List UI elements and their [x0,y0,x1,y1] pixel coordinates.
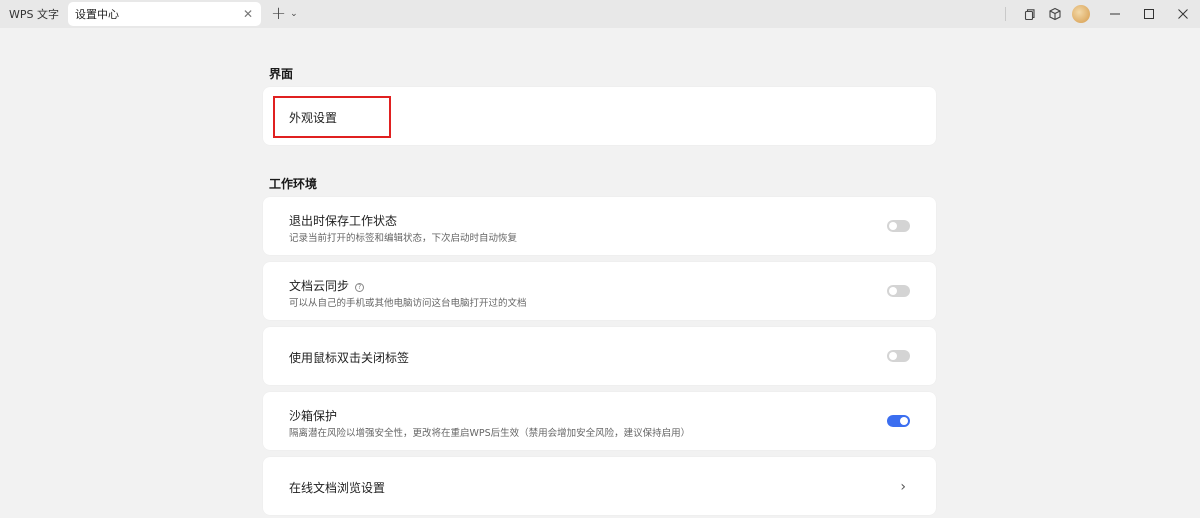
setting-row-online-doc-browsing[interactable]: 在线文档浏览设置 › [263,457,936,515]
tab-wps-writer-label: WPS 文字 [9,8,59,21]
sandbox-protection-toggle[interactable] [887,415,910,427]
setting-row-double-click-close-tab: 使用鼠标双击关闭标签 [263,327,936,385]
title-bar: WPS 文字 设置中心 ✕ + ⌄ [0,0,1200,28]
toggle-knob [889,222,897,230]
chevron-down-icon[interactable]: ⌄ [290,9,298,19]
window-tools [1005,0,1200,28]
setting-description: 记录当前打开的标签和编辑状态，下次启动时自动恢复 [289,233,518,244]
section-title-workspace: 工作环境 [269,177,318,191]
appearance-settings-label: 外观设置 [289,111,338,125]
setting-label-wrap: 文档云同步? [289,277,365,294]
setting-label: 沙箱保护 [289,409,338,423]
save-work-state-toggle[interactable] [887,220,910,232]
setting-row-cloud-sync: 文档云同步? 可以从自己的手机或其他电脑访问这台电脑打开过的文档 [263,262,936,320]
setting-description: 隔离潜在风险以增强安全性，更改将在重启WPS后生效（禁用会增加安全风险，建议保持… [289,428,691,439]
setting-description: 可以从自己的手机或其他电脑访问这台电脑打开过的文档 [289,298,527,309]
appearance-settings-row[interactable]: 外观设置 [263,87,936,145]
setting-row-sandbox-protection: 沙箱保护 隔离潜在风险以增强安全性，更改将在重启WPS后生效（禁用会增加安全风险… [263,392,936,450]
setting-label: 使用鼠标双击关闭标签 [289,351,410,365]
plus-icon: + [271,3,287,24]
close-window-icon[interactable] [1166,0,1200,28]
toolbar-divider [1005,7,1006,21]
section-title-interface: 界面 [269,67,294,81]
toggle-knob [900,417,908,425]
setting-label: 退出时保存工作状态 [289,214,398,228]
user-avatar[interactable] [1072,5,1090,23]
setting-label: 在线文档浏览设置 [289,481,386,495]
double-click-close-tab-toggle[interactable] [887,350,910,362]
minimize-icon[interactable] [1098,0,1132,28]
help-icon[interactable]: ? [355,283,365,292]
chevron-right-icon: › [900,479,906,495]
close-tab-icon[interactable]: ✕ [243,7,253,21]
tab-wps-writer[interactable]: WPS 文字 [3,2,65,26]
toggle-knob [889,287,897,295]
toggle-knob [889,352,897,360]
cloud-sync-toggle[interactable] [887,285,910,297]
window-stack-icon[interactable] [1016,0,1042,28]
cube-icon[interactable] [1042,0,1068,28]
maximize-icon[interactable] [1132,0,1166,28]
tab-settings-center[interactable]: 设置中心 ✕ [68,2,261,26]
setting-row-save-work-state: 退出时保存工作状态 记录当前打开的标签和编辑状态，下次启动时自动恢复 [263,197,936,255]
new-tab-button[interactable]: + ⌄ [271,5,298,23]
tab-settings-center-label: 设置中心 [75,8,119,21]
setting-label: 文档云同步 [289,279,350,293]
